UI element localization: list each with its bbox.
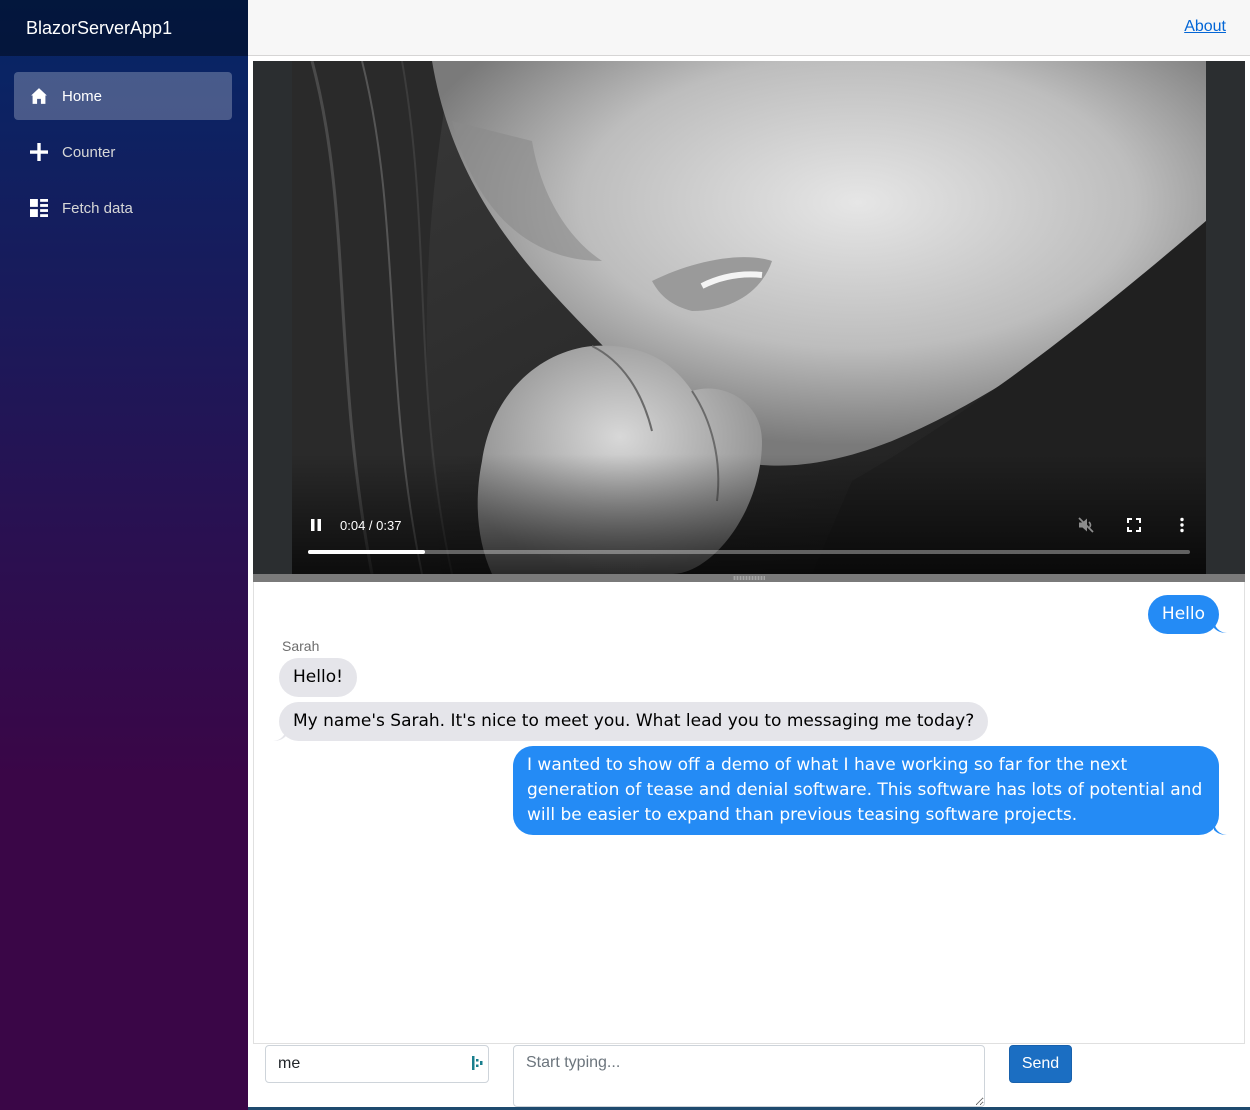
- message-bubble-them: Hello!: [279, 658, 357, 697]
- message-bubble-me: I wanted to show off a demo of what I ha…: [513, 746, 1219, 835]
- bubble-tail: [1214, 622, 1228, 633]
- progress-bar[interactable]: [308, 550, 1190, 554]
- list-icon: [30, 199, 48, 217]
- sidebar-item-label: Counter: [62, 143, 116, 161]
- brand-bar: BlazorServerApp1: [0, 0, 248, 56]
- progress-fill: [308, 550, 426, 554]
- send-button[interactable]: Send: [1009, 1045, 1072, 1083]
- sidebar-item-label: Fetch data: [62, 199, 133, 217]
- bubble-tail: [1214, 824, 1228, 835]
- chat-panel: Hello Sarah Hello! My name's Sarah. It's…: [253, 582, 1245, 1044]
- controls-gradient: [292, 454, 1206, 574]
- message-text: My name's Sarah. It's nice to meet you. …: [293, 711, 975, 731]
- home-icon: [30, 87, 48, 105]
- muted-volume-icon[interactable]: [1076, 515, 1096, 535]
- message-bubble-me: Hello: [1147, 595, 1219, 634]
- message-input[interactable]: [513, 1045, 985, 1107]
- sender-name-input[interactable]: [265, 1045, 489, 1083]
- nav-menu: Home Counter Fetch data: [0, 56, 248, 232]
- plus-icon: [30, 143, 48, 161]
- sidebar: BlazorServerApp1 Home Counter Fetch data: [0, 0, 248, 1110]
- message-bubble-them: My name's Sarah. It's nice to meet you. …: [279, 702, 989, 741]
- resize-grip-icon: [733, 576, 765, 580]
- sidebar-item-label: Home: [62, 87, 103, 105]
- sidebar-item-counter[interactable]: Counter: [14, 128, 232, 176]
- top-bar: About: [248, 0, 1250, 56]
- sender-name: Sarah: [282, 638, 320, 654]
- fullscreen-icon[interactable]: [1124, 515, 1144, 535]
- bubble-tail: [272, 730, 286, 741]
- message-text: I wanted to show off a demo of what I ha…: [527, 755, 1203, 825]
- sidebar-item-home[interactable]: Home: [14, 72, 232, 120]
- app-brand[interactable]: BlazorServerApp1: [26, 18, 172, 39]
- pause-icon[interactable]: [308, 517, 324, 533]
- more-options-icon[interactable]: [1172, 515, 1192, 535]
- about-link[interactable]: About: [1184, 18, 1226, 36]
- message-text: Hello: [1161, 604, 1205, 624]
- resize-handle[interactable]: [253, 574, 1245, 582]
- time-display: 0:04 / 0:37: [340, 518, 402, 533]
- video-panel: 0:04 / 0:37: [253, 61, 1245, 582]
- video-player[interactable]: 0:04 / 0:37: [292, 61, 1206, 574]
- sidebar-item-fetch-data[interactable]: Fetch data: [14, 184, 232, 232]
- password-manager-icon[interactable]: [470, 1055, 484, 1071]
- message-text: Hello!: [293, 667, 343, 687]
